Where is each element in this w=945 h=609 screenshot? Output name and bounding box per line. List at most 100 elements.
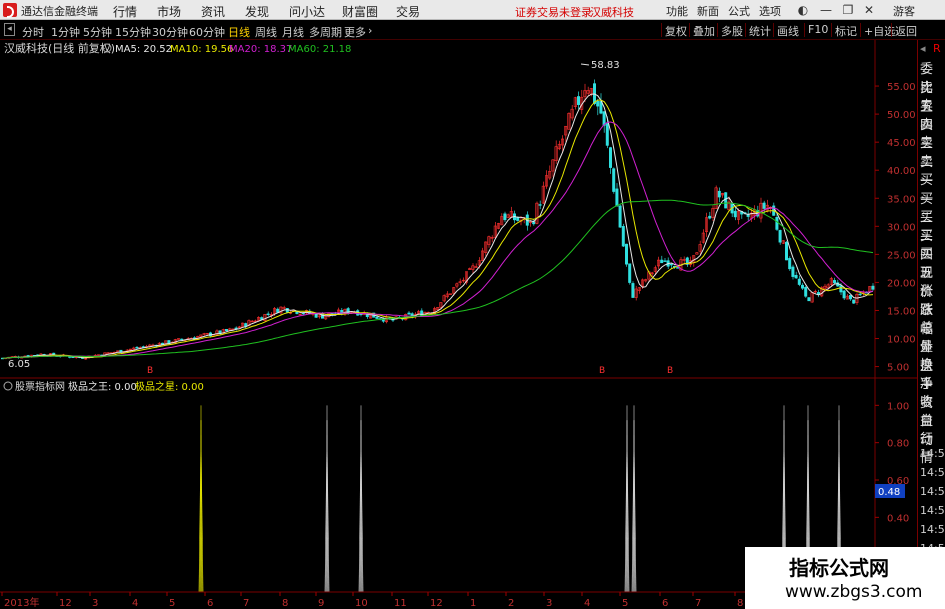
date-tick-label: 5 [169,598,175,609]
quote-side-panel: ◂ R 委比 卖五 卖四 卖三 卖二 卖一 买一 买二 买三 买四 买五 现价 涨跌 涨幅 总量 外盘 换手 净资… [917,40,945,609]
kline-chart-area[interactable]: 汉威科技(日线 前复权) MA5: 20.52 MA10: 19.56 MA20… [0,40,917,609]
side-panel-item: 14:50 [920,465,945,479]
date-tick-label: 6 [207,598,213,609]
candlestick-series [0,79,875,360]
price-tick-label: 35.00 [887,194,916,205]
minimize-icon[interactable]: — [818,2,834,18]
candle-body [797,278,801,285]
tab-60min[interactable]: 60分钟 [189,24,225,40]
date-tick-label: 9 [318,598,324,609]
buy-marker: B [667,366,673,376]
skin-icon[interactable]: ◐ [795,2,811,18]
panel-back-icon[interactable]: ◂ [920,42,926,55]
menu-item-news[interactable]: 资讯 [201,3,225,20]
guest-label[interactable]: 游客 [893,3,915,19]
indicator-axis: 1.000.800.600.400.20 [875,401,909,562]
menu-item-formula[interactable]: 公式 [728,3,750,19]
candle-body [775,217,779,230]
price-tick-label: 5.00 [887,363,909,374]
sub-settings-icon[interactable] [3,381,13,391]
menu-item-discover[interactable]: 发现 [245,3,269,20]
ma60-label: MA60: 21.18 [288,44,351,55]
date-tick-label: 3 [546,598,552,609]
date-tick-label: 4 [132,598,138,609]
tab-timeshare[interactable]: 分时 [22,24,44,40]
candle-body [503,213,507,221]
side-panel-item: 14:50 [920,503,945,517]
menu-item-trade[interactable]: 交易 [396,3,420,20]
mark-button[interactable]: 标记 [831,23,857,38]
app-logo-icon [3,3,17,18]
ma10-label: MA10: 19.56 [170,44,233,55]
date-tick-label: 11 [394,598,407,609]
overlay-button[interactable]: 叠加 [689,23,715,38]
tab-daily[interactable]: 日线 [228,24,250,40]
price-tick-label: 15.00 [887,306,916,317]
date-tick-label: 12 [430,598,443,609]
price-tick-label: 10.00 [887,335,916,346]
candle-body [624,243,628,265]
statistics-button[interactable]: 统计 [745,23,771,38]
candle-body [784,241,788,261]
candle-body [608,147,612,168]
candle-body [605,123,609,146]
candle-body [871,285,875,290]
restore-icon[interactable]: ❐ [840,2,856,18]
menu-item-options[interactable]: 选项 [759,3,781,19]
candle-body [804,287,808,297]
tab-30min[interactable]: 30分钟 [152,24,188,40]
f10-button[interactable]: F10 [804,23,828,37]
min-price-label: 6.05 [8,359,30,370]
panel-r-icon[interactable]: R [933,42,941,55]
watermark-url: www.zbgs3.com [785,582,923,602]
menu-item-market[interactable]: 市场 [157,3,181,20]
date-tick-label: 5 [622,598,628,609]
candle-body [800,284,804,289]
close-icon[interactable]: ✕ [861,2,877,18]
login-warning[interactable]: 证券交易未登录 [515,4,592,20]
tab-weekly[interactable]: 周线 [255,24,277,40]
period-tab-bar: ◂ 分时 1分钟 5分钟 15分钟 30分钟 60分钟 日线 周线 月线 多周期… [0,21,945,40]
candle-body [746,214,750,217]
candle-body [621,226,625,247]
adjust-button[interactable]: 复权 [661,23,687,38]
candle-body [852,299,856,304]
menu-item-wenxiaoda[interactable]: 问小达 [289,3,325,20]
menu-item-quotes[interactable]: 行情 [113,3,137,20]
more-chevron-icon[interactable]: › [368,24,372,37]
tab-1min[interactable]: 1分钟 [51,24,80,40]
app-title: 通达信金融终端 [21,5,98,18]
menu-item-wealth-circle[interactable]: 财富圈 [342,3,378,20]
tab-more[interactable]: 更多 [344,24,366,40]
price-tick-label: 40.00 [887,166,916,177]
sub-chart-title: 股票指标网 [15,380,65,393]
draw-line-button[interactable]: 画线 [773,23,799,38]
add-favorite-button[interactable]: +自选 [860,23,895,38]
candle-body [708,215,712,219]
ma5-line [2,93,874,359]
candle-body [266,313,270,316]
ma5-label: MA5: 20.52 [115,44,172,55]
candle-body [762,202,766,209]
watermark-title: 指标公式网 [789,556,889,580]
back-button[interactable]: 返回 [891,23,917,38]
tab-5min[interactable]: 5分钟 [83,24,112,40]
tab-monthly[interactable]: 月线 [282,24,304,40]
date-tick-label: 2 [508,598,514,609]
candle-body [407,312,411,315]
candle-body [618,205,622,228]
tab-15min[interactable]: 15分钟 [115,24,151,40]
price-tick-label: 45.00 [887,138,916,149]
menu-item-function[interactable]: 功能 [666,3,688,19]
multi-stock-button[interactable]: 多股 [717,23,743,38]
ma60-line [2,199,874,359]
date-tick-label: 3 [92,598,98,609]
candle-body [663,260,667,262]
menu-item-new-page[interactable]: 新面 [697,3,719,19]
candle-body [375,316,379,319]
price-tick-label: 20.00 [887,278,916,289]
tab-multi-period[interactable]: 多周期 [309,24,342,40]
indicator-tick-label: 0.40 [887,513,909,524]
panel-toggle-icon[interactable]: ◂ [4,23,15,36]
candle-body [234,327,238,330]
